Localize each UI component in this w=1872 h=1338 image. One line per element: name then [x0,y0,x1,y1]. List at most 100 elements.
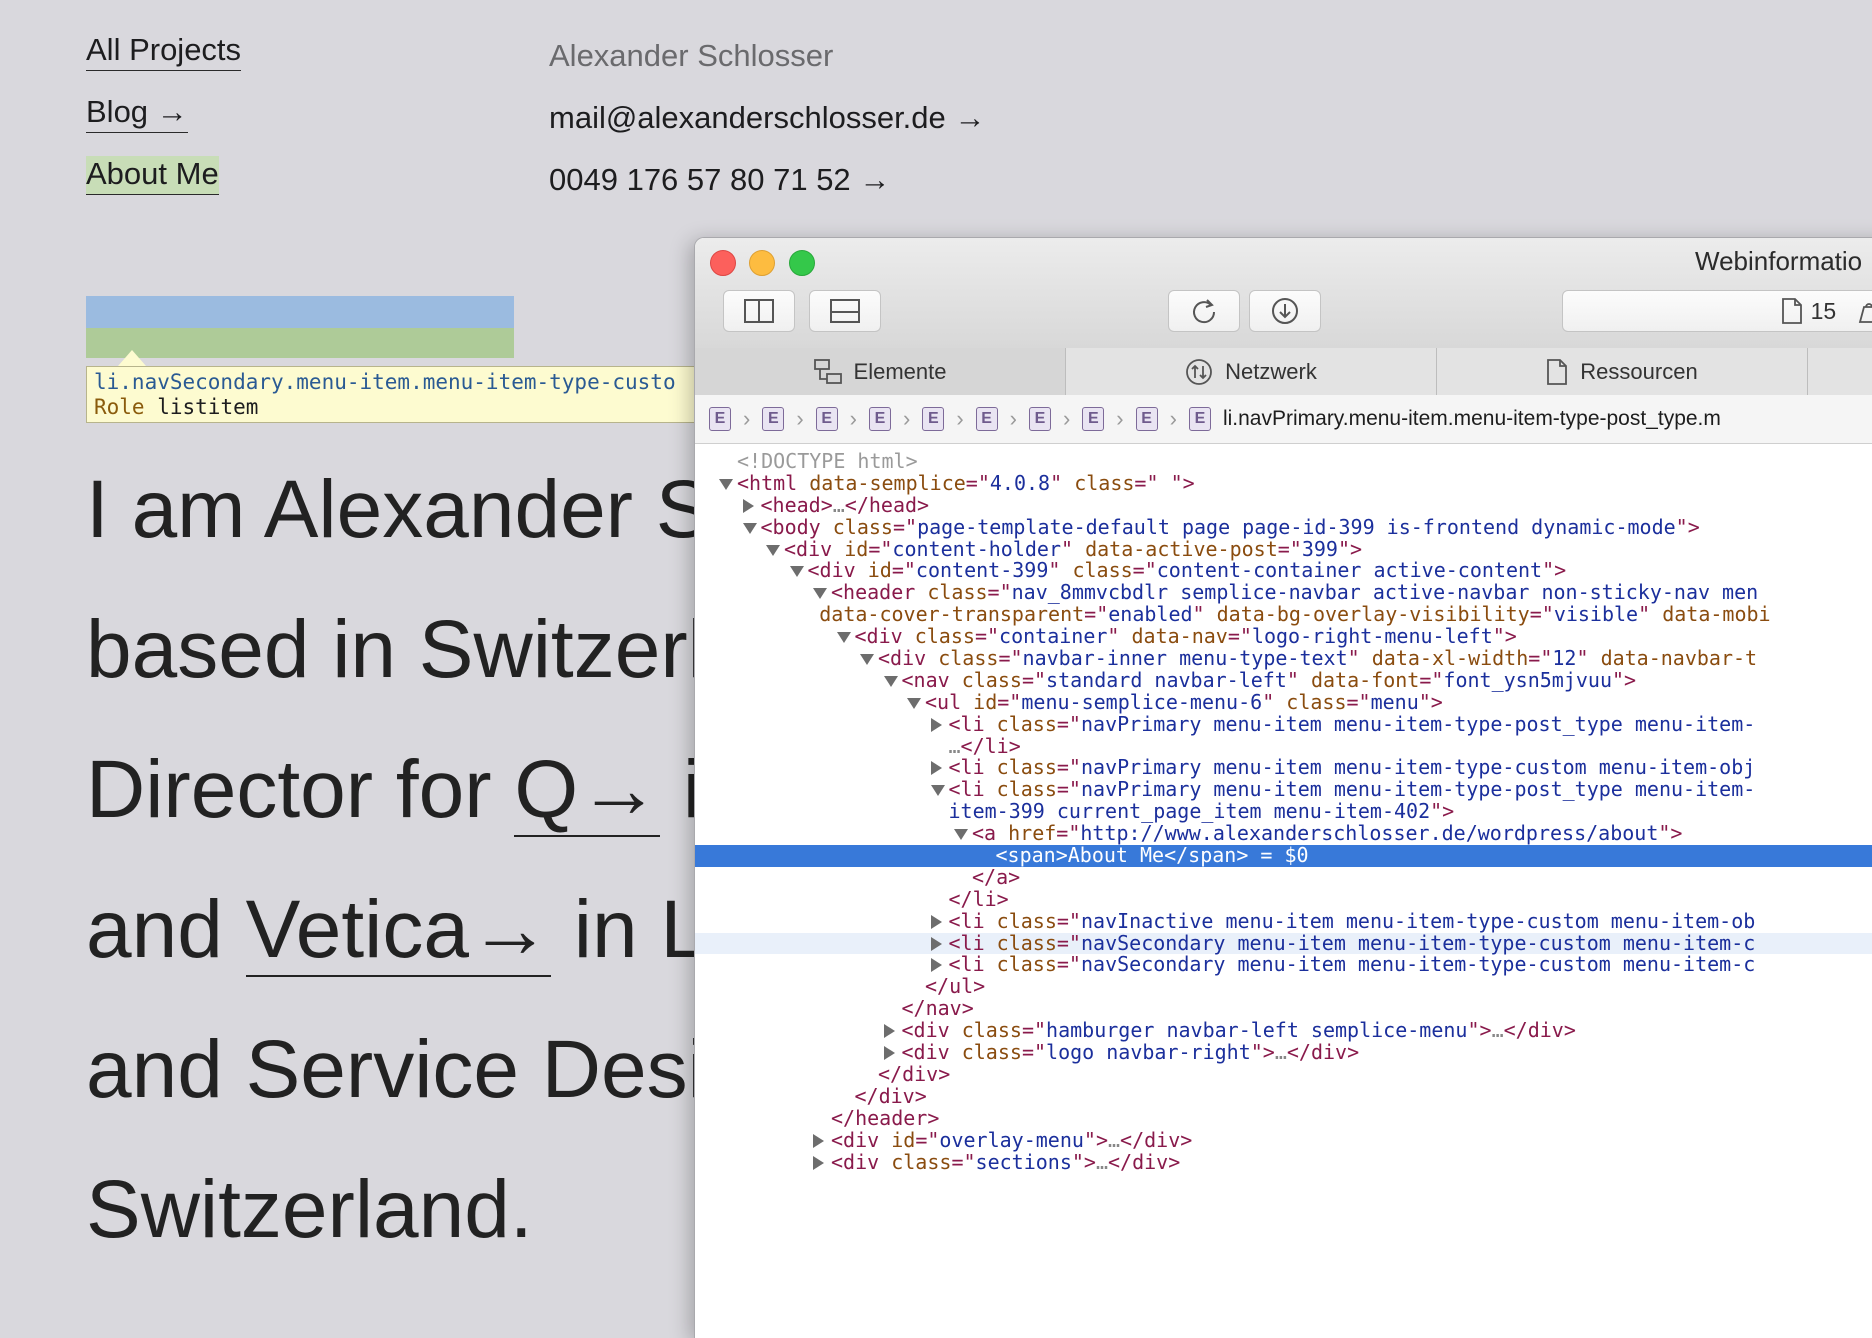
disclosure-expanded-icon[interactable] [883,675,898,687]
disclosure-expanded-icon[interactable] [766,544,780,556]
disclosure-expanded-icon[interactable] [813,588,827,600]
dom-node[interactable]: <header class="nav_8mmvcbdlr semplice-na… [695,581,1872,604]
dom-node[interactable]: </a> [695,866,1872,889]
dom-token: … [1095,1149,1108,1174]
dom-node[interactable]: <li class="navInactive menu-item menu-it… [695,910,1872,933]
dom-token: =" [1419,667,1444,692]
dom-node[interactable]: </div> [695,1063,1872,1086]
disclosure-expanded-icon[interactable] [742,522,757,534]
dock-bottom-button[interactable] [809,290,881,332]
disclosure-collapsed-icon[interactable] [813,1155,824,1170]
maximize-window-button[interactable] [789,250,815,276]
dom-node[interactable]: <head>…</head> [695,494,1872,517]
breadcrumb-element-icon[interactable]: E [709,407,731,431]
dom-token: =" [1056,930,1081,955]
dom-node[interactable]: </header> [695,1107,1872,1130]
dom-node[interactable]: <div class="hamburger navbar-left sempli… [695,1019,1872,1042]
dom-node[interactable]: <a href="http://www.alexanderschlosser.d… [695,822,1872,845]
dom-node[interactable]: <body class="page-template-default page … [695,514,1872,539]
breadcrumb-element-icon[interactable]: E [922,407,945,431]
dom-node[interactable]: <div class="container" data-nav="logo-ri… [695,625,1872,648]
breadcrumb-current[interactable]: li.navPrimary.menu-item.menu-item-type-p… [1223,407,1721,431]
breadcrumb-element-icon[interactable]: E [1028,407,1051,431]
tab-network[interactable]: Netzwerk [1066,348,1437,395]
disclosure-collapsed-icon[interactable] [883,1024,895,1039]
dom-token: "> [1170,470,1195,495]
breadcrumb-element-icon[interactable]: E [868,407,891,431]
bio-link[interactable]: Vetica→ [245,884,551,977]
nav-about-me-link[interactable]: About Me [86,156,219,195]
dom-token: standard navbar-left [1046,667,1287,692]
dom-node[interactable]: <li class="navSecondary menu-item menu-i… [695,930,1872,955]
nav-blog-link[interactable]: Blog → [86,94,188,133]
breadcrumb-element-icon[interactable]: E [815,407,838,431]
network-icon [1186,358,1213,385]
contact-email-link[interactable]: mail@alexanderschlosser.de → [549,100,985,136]
dom-node[interactable]: <ul id="menu-semplice-menu-6" class="men… [695,689,1872,714]
dom-node[interactable]: …</li> [695,735,1872,758]
disclosure-expanded-icon[interactable] [789,566,804,578]
disclosure-collapsed-icon[interactable] [883,1046,895,1061]
resource-counters[interactable]: 15 8 [1562,290,1872,332]
dom-node[interactable]: <div id="overlay-menu">…</div> [695,1129,1872,1152]
tab-elements[interactable]: Elemente [695,348,1066,395]
dom-node[interactable]: <!DOCTYPE html> [695,450,1872,473]
dock-side-button[interactable] [723,290,795,332]
contact-phone-link[interactable]: 0049 176 57 80 71 52 → [549,162,890,198]
disclosure-expanded-icon[interactable] [860,654,874,666]
disclosure-collapsed-icon[interactable] [813,1133,824,1148]
dom-node[interactable]: <nav class="standard navbar-left" data-f… [695,667,1872,692]
dom-tree: <!DOCTYPE html> <html data-semplice="4.0.… [695,450,1872,1174]
disclosure-collapsed-icon[interactable] [930,717,942,732]
disclosure-expanded-icon[interactable] [836,632,851,644]
dom-node[interactable]: <li class="navPrimary menu-item menu-ite… [695,757,1872,779]
breadcrumb-element-icon[interactable]: E [1082,407,1105,431]
dom-token: "> [1542,558,1567,583]
dom-token: menu [1370,689,1419,714]
dom-node-text: …</li> [949,735,1021,758]
dom-token: <li [948,755,997,780]
disclosure-expanded-icon[interactable] [954,829,968,841]
reload-button[interactable] [1168,290,1240,332]
breadcrumb-element-icon[interactable]: E [975,407,998,431]
dom-node[interactable]: data-cover-transparent="enabled" data-bg… [695,603,1872,626]
dom-node[interactable]: item-399 current_page_item menu-item-402… [695,800,1872,823]
disclosure-collapsed-icon[interactable] [742,498,754,513]
dom-node[interactable]: </ul> [695,975,1872,998]
dom-node[interactable]: <li class="navPrimary menu-item menu-ite… [695,777,1872,802]
breadcrumb-element-icon[interactable]: E [1135,407,1158,431]
close-window-button[interactable] [710,250,736,276]
dom-node[interactable]: <div id="content-holder" data-active-pos… [695,538,1872,561]
disclosure-expanded-icon[interactable] [907,697,921,709]
disclosure-collapsed-icon[interactable] [930,914,942,929]
dom-node[interactable]: <html data-semplice="4.0.8" class=" "> [695,470,1872,495]
dom-node-text: </div> [878,1063,950,1086]
disclosure-expanded-icon[interactable] [719,478,733,490]
dom-node[interactable]: <div class="logo navbar-right">…</div> [695,1041,1872,1064]
bio-link[interactable]: Q→ [514,744,661,837]
tab-resources[interactable]: Ressourcen [1437,348,1808,395]
dom-node[interactable]: </li> [695,888,1872,911]
dom-node-text: <div id="overlay-menu">…</div> [831,1129,1192,1152]
dom-node[interactable]: </div> [695,1085,1872,1108]
disclosure-expanded-icon[interactable] [930,785,945,797]
nav-all-projects-link[interactable]: All Projects [86,32,242,71]
dom-node[interactable]: <div id="content-399" class="content-con… [695,560,1872,582]
dom-token: </nav> [901,996,974,1021]
dom-token: class [996,777,1057,802]
disclosure-collapsed-icon[interactable] [930,958,942,973]
dom-node[interactable]: </nav> [695,996,1872,1021]
dom-node[interactable]: <li class="navPrimary menu-item menu-ite… [695,713,1872,736]
dom-node[interactable]: <div class="sections">…</div> [695,1149,1872,1174]
disclosure-collapsed-icon[interactable] [930,761,942,776]
minimize-window-button[interactable] [749,250,775,276]
dom-token: <li [948,777,997,802]
dom-node[interactable]: <div class="navbar-inner menu-type-text"… [695,647,1872,670]
breadcrumb-element-icon[interactable]: E [762,407,785,431]
dom-token: =" [892,514,918,539]
disclosure-collapsed-icon[interactable] [930,936,942,951]
dom-node-selected[interactable]: <span>About Me</span> = $0 [695,844,1872,867]
breadcrumb-element-icon[interactable]: E [1188,407,1211,431]
dom-node[interactable]: <li class="navSecondary menu-item menu-i… [695,954,1872,976]
download-button[interactable] [1249,290,1321,332]
